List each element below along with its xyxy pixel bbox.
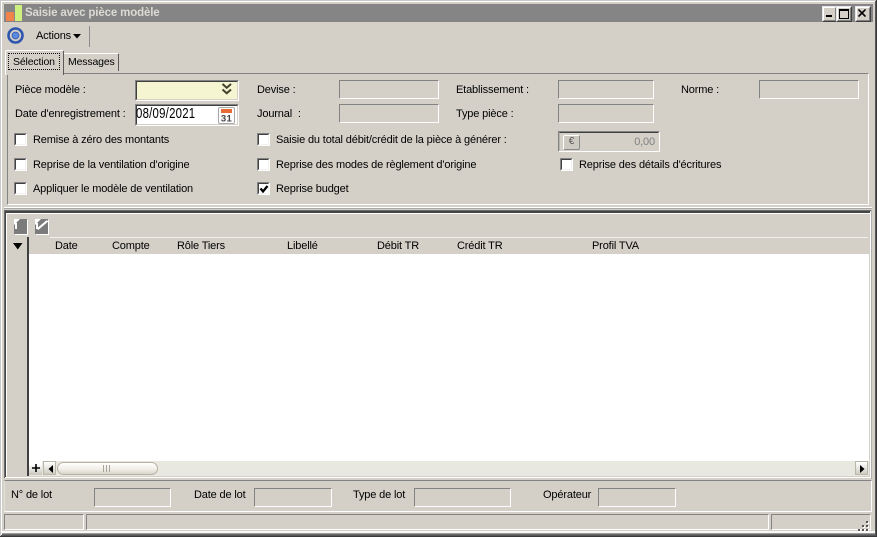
svg-text:31: 31 <box>221 114 233 124</box>
